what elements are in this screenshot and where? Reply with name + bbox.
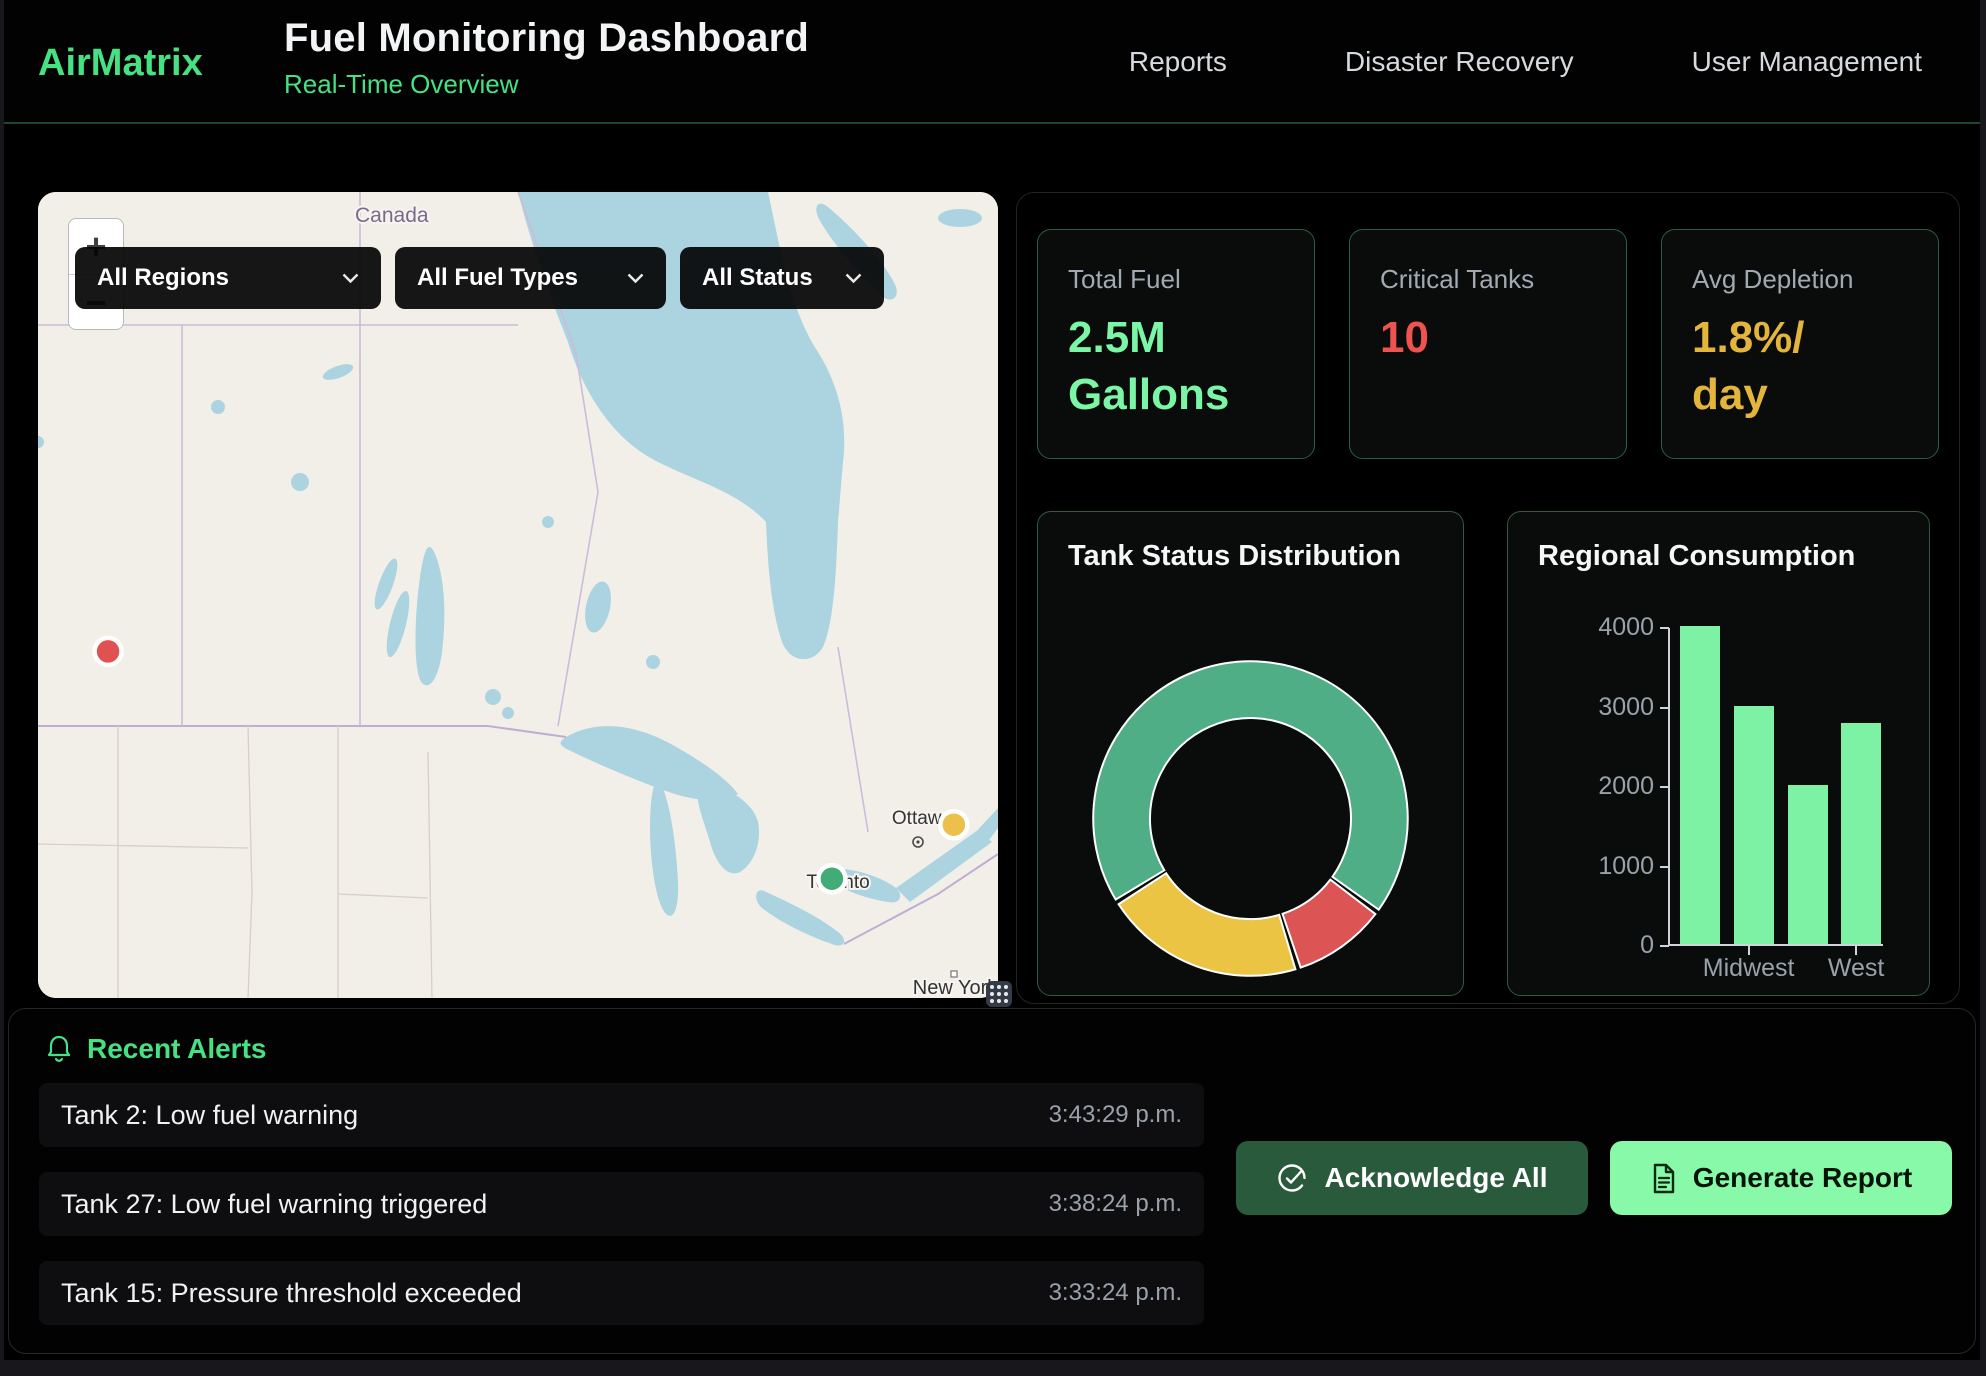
y-axis-tick-mark: [1660, 627, 1669, 629]
x-axis-tick-label: West: [1786, 954, 1926, 983]
stat-value-line: 10: [1380, 309, 1596, 366]
page-title: Fuel Monitoring Dashboard: [284, 16, 809, 61]
alert-row: Tank 2: Low fuel warning 3:43:29 p.m.: [39, 1083, 1204, 1147]
alert-timestamp: 3:38:24 p.m.: [1049, 1190, 1182, 1218]
small-lake-ne: [938, 209, 982, 227]
regional-consumption-chart-card: Regional Consumption 01000200030004000Mi…: [1507, 511, 1930, 996]
alert-timestamp: 3:33:24 p.m.: [1049, 1279, 1182, 1307]
chevron-down-icon: [627, 273, 644, 284]
map-filter-bar: All Regions All Fuel Types All Status: [75, 247, 884, 309]
generate-report-label: Generate Report: [1693, 1162, 1912, 1194]
small-lake: [485, 689, 501, 705]
y-axis-tick-mark: [1660, 866, 1669, 868]
y-axis-tick-label: 2000: [1536, 772, 1654, 801]
stat-value-line: 1.8%/: [1692, 309, 1908, 366]
nav-reports[interactable]: Reports: [1129, 46, 1227, 78]
fuel-type-filter-value: All Fuel Types: [417, 264, 578, 292]
y-axis-tick-mark: [1660, 707, 1669, 709]
header: AirMatrix Fuel Monitoring Dashboard Real…: [4, 0, 1980, 124]
stat-value: 1.8%/ day: [1692, 309, 1908, 423]
y-axis-tick-mark: [1660, 945, 1669, 947]
small-lake: [646, 655, 660, 669]
alert-list: Tank 2: Low fuel warning 3:43:29 p.m. Ta…: [39, 1083, 1204, 1350]
chart-title: Regional Consumption: [1538, 540, 1855, 573]
region-filter-value: All Regions: [97, 264, 229, 292]
main-nav: Reports Disaster Recovery User Managemen…: [1129, 0, 1922, 124]
bar-0: [1680, 626, 1720, 944]
acknowledge-all-button[interactable]: Acknowledge All: [1236, 1141, 1588, 1215]
stats-row: Total Fuel 2.5M Gallons Critical Tanks 1…: [1037, 229, 1939, 459]
nav-user-management[interactable]: User Management: [1692, 46, 1922, 78]
y-axis-tick-label: 3000: [1536, 693, 1654, 722]
stat-label: Total Fuel: [1068, 264, 1284, 295]
alert-message: Tank 2: Low fuel warning: [61, 1100, 358, 1131]
check-circle-icon: [1276, 1162, 1308, 1194]
brand-logo[interactable]: AirMatrix: [38, 42, 203, 85]
small-lake: [502, 707, 514, 719]
fuel-type-filter-dropdown[interactable]: All Fuel Types: [395, 247, 666, 309]
alerts-heading: Recent Alerts: [45, 1033, 266, 1065]
alert-row: Tank 15: Pressure threshold exceeded 3:3…: [39, 1261, 1204, 1325]
map-panel[interactable]: Canada Ottawa Toronto New York + − All R…: [38, 192, 998, 998]
metrics-panel: Total Fuel 2.5M Gallons Critical Tanks 1…: [1016, 192, 1960, 1004]
recent-alerts-section: Recent Alerts Tank 2: Low fuel warning 3…: [8, 1008, 1976, 1354]
y-axis-tick-label: 4000: [1536, 613, 1654, 642]
stat-value: 2.5M Gallons: [1068, 309, 1284, 423]
generate-report-button[interactable]: Generate Report: [1610, 1141, 1952, 1215]
small-lake: [542, 516, 554, 528]
bar-2: [1788, 785, 1828, 944]
tank-marker-normal[interactable]: [818, 865, 845, 892]
tank-marker-critical[interactable]: [95, 638, 122, 665]
map-resize-handle[interactable]: [986, 981, 1012, 1007]
status-filter-dropdown[interactable]: All Status: [680, 247, 884, 309]
alert-message: Tank 15: Pressure threshold exceeded: [61, 1278, 522, 1309]
stat-card-critical-tanks: Critical Tanks 10: [1349, 229, 1627, 459]
stat-value-line: day: [1692, 366, 1908, 423]
x-axis-tick-mark: [1855, 946, 1857, 955]
acknowledge-all-label: Acknowledge All: [1324, 1162, 1547, 1194]
tank-marker-warning[interactable]: [940, 811, 967, 838]
bell-icon: [45, 1034, 73, 1064]
bar-3: [1841, 723, 1881, 944]
chevron-down-icon: [342, 273, 359, 284]
small-lake: [291, 473, 309, 491]
map-canvas: Canada Ottawa Toronto New York: [38, 192, 998, 998]
app-shell: AirMatrix Fuel Monitoring Dashboard Real…: [4, 0, 1980, 1360]
donut-segment-normal: [1093, 661, 1408, 909]
bar-1: [1734, 706, 1774, 945]
y-axis-tick-mark: [1660, 786, 1669, 788]
stat-card-avg-depletion: Avg Depletion 1.8%/ day: [1661, 229, 1939, 459]
stat-value: 10: [1380, 309, 1596, 366]
stat-label: Critical Tanks: [1380, 264, 1596, 295]
nav-disaster-recovery[interactable]: Disaster Recovery: [1345, 46, 1574, 78]
status-filter-value: All Status: [702, 264, 813, 292]
y-axis-tick-label: 0: [1536, 931, 1654, 960]
tank-status-chart-card: Tank Status Distribution: [1037, 511, 1464, 996]
donut-segment-warning: [1119, 873, 1296, 976]
alerts-heading-text: Recent Alerts: [87, 1033, 266, 1065]
label-canada: Canada: [355, 204, 429, 227]
page-subtitle: Real-Time Overview: [284, 69, 809, 100]
title-block: Fuel Monitoring Dashboard Real-Time Over…: [284, 16, 809, 100]
x-axis-tick-mark: [1748, 946, 1750, 955]
chevron-down-icon: [845, 273, 862, 284]
bar-chart: [1668, 628, 1883, 946]
region-filter-dropdown[interactable]: All Regions: [75, 247, 381, 309]
alert-timestamp: 3:43:29 p.m.: [1049, 1101, 1182, 1129]
y-axis-tick-label: 1000: [1536, 852, 1654, 881]
small-lake: [211, 400, 225, 414]
stat-label: Avg Depletion: [1692, 264, 1908, 295]
alert-actions: Acknowledge All Generate Report: [1236, 1141, 1952, 1215]
stat-value-line: Gallons: [1068, 366, 1284, 423]
donut-chart: [1038, 512, 1463, 995]
stat-card-total-fuel: Total Fuel 2.5M Gallons: [1037, 229, 1315, 459]
document-icon: [1650, 1163, 1677, 1194]
alert-row: Tank 27: Low fuel warning triggered 3:38…: [39, 1172, 1204, 1236]
stat-value-line: 2.5M: [1068, 309, 1284, 366]
alert-message: Tank 27: Low fuel warning triggered: [61, 1189, 487, 1220]
